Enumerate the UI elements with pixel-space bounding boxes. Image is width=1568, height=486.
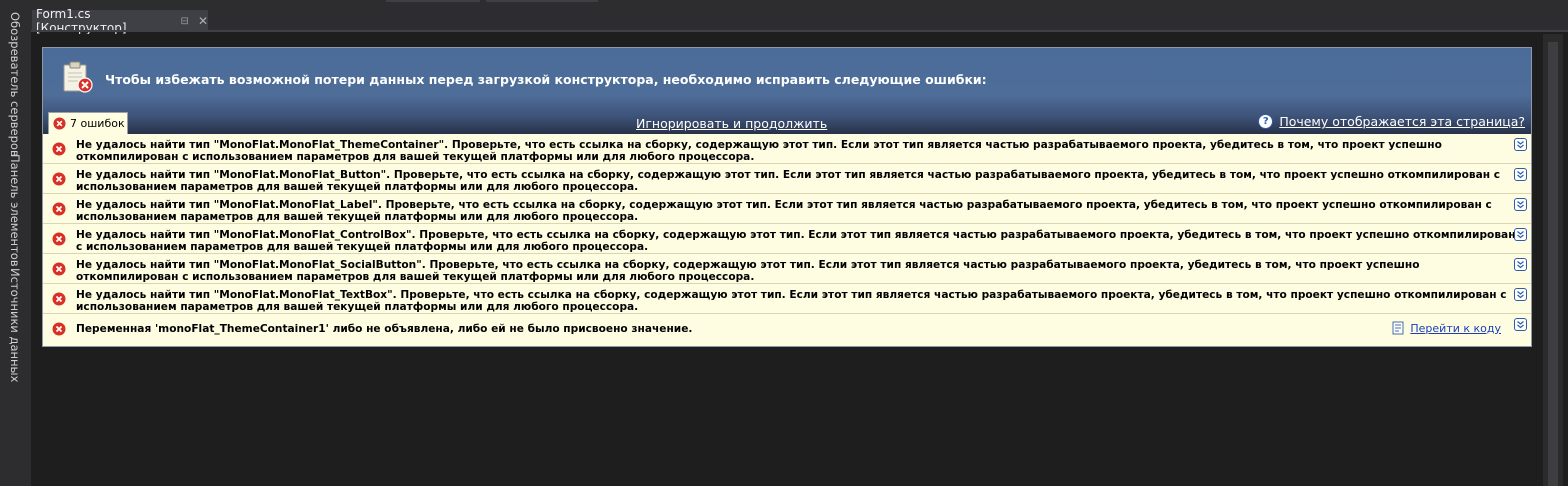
close-icon[interactable]: ✕: [198, 14, 208, 28]
error-message: Не удалось найти тип "MonoFlat.MonoFlat_…: [76, 289, 1507, 313]
error-icon: [52, 232, 66, 246]
error-message: Переменная 'monoFlat_ThemeContainer1' ли…: [76, 323, 693, 335]
side-tool-strip: Обозреватель серверов Панель элементов И…: [0, 0, 31, 486]
toolbar-remnant: [386, 0, 480, 2]
ignore-and-continue-link[interactable]: Игнорировать и продолжить: [636, 116, 827, 131]
expand-icon[interactable]: [1514, 138, 1527, 151]
error-icon: [52, 322, 66, 336]
expand-icon[interactable]: [1514, 228, 1527, 241]
error-row: Не удалось найти тип "MonoFlat.MonoFlat_…: [43, 194, 1531, 224]
side-tab-data-sources[interactable]: Источники данных: [8, 268, 22, 382]
pin-icon[interactable]: ⊟: [181, 16, 189, 27]
why-this-page-link[interactable]: Почему отображается эта страница?: [1279, 114, 1525, 129]
error-message: Не удалось найти тип "MonoFlat.MonoFlat_…: [76, 139, 1442, 163]
help-link-group: ? Почему отображается эта страница?: [1258, 114, 1525, 129]
tab-underline: [31, 30, 1568, 32]
error-count-label: 7 ошибок: [70, 117, 125, 130]
error-icon: [52, 202, 66, 216]
clipboard-error-icon: [63, 61, 93, 93]
vertical-scrollbar[interactable]: [1543, 34, 1563, 486]
error-panel-header: Чтобы избежать возможной потери данных п…: [43, 48, 1531, 134]
help-icon: ?: [1258, 114, 1274, 129]
expand-icon[interactable]: [1514, 258, 1527, 271]
error-icon: [52, 172, 66, 186]
document-tab-well: Form1.cs [Конструктор] ⊟ ✕: [31, 0, 1568, 35]
go-to-code-link[interactable]: Перейти к коду: [1410, 322, 1501, 335]
error-icon: [52, 262, 66, 276]
expand-icon[interactable]: [1514, 198, 1527, 211]
error-list: Не удалось найти тип "MonoFlat.MonoFlat_…: [43, 134, 1531, 342]
error-panel-title: Чтобы избежать возможной потери данных п…: [105, 72, 987, 87]
code-file-icon: [1392, 321, 1404, 335]
error-row: Не удалось найти тип "MonoFlat.MonoFlat_…: [43, 224, 1531, 254]
error-count-tab[interactable]: 7 ошибок: [48, 112, 128, 134]
error-icon: [52, 142, 66, 156]
goto-code-group: Перейти к коду: [1391, 321, 1501, 335]
error-message: Не удалось найти тип "MonoFlat.MonoFlat_…: [76, 229, 1516, 253]
designer-error-panel: Чтобы избежать возможной потери данных п…: [42, 47, 1532, 347]
error-icon: [53, 117, 66, 130]
expand-icon[interactable]: [1514, 318, 1527, 331]
error-row: Не удалось найти тип "MonoFlat.MonoFlat_…: [43, 134, 1531, 164]
error-row: Не удалось найти тип "MonoFlat.MonoFlat_…: [43, 164, 1531, 194]
error-message: Не удалось найти тип "MonoFlat.MonoFlat_…: [76, 169, 1501, 193]
expand-icon[interactable]: [1514, 288, 1527, 301]
expand-icon[interactable]: [1514, 168, 1527, 181]
error-message: Не удалось найти тип "MonoFlat.MonoFlat_…: [76, 199, 1492, 223]
error-row: Не удалось найти тип "MonoFlat.MonoFlat_…: [43, 254, 1531, 284]
error-message: Не удалось найти тип "MonoFlat.MonoFlat_…: [76, 259, 1420, 283]
document-tab[interactable]: Form1.cs [Конструктор] ⊟ ✕: [32, 7, 208, 35]
toolbar-remnant: [486, 0, 598, 2]
error-row: Не удалось найти тип "MonoFlat.MonoFlat_…: [43, 284, 1531, 314]
side-tab-toolbox[interactable]: Панель элементов: [8, 154, 22, 267]
error-icon: [52, 292, 66, 306]
error-row: Переменная 'monoFlat_ThemeContainer1' ли…: [43, 314, 1531, 342]
side-tab-server-explorer[interactable]: Обозреватель серверов: [8, 12, 22, 157]
scrollbar-thumb[interactable]: [1548, 42, 1558, 486]
